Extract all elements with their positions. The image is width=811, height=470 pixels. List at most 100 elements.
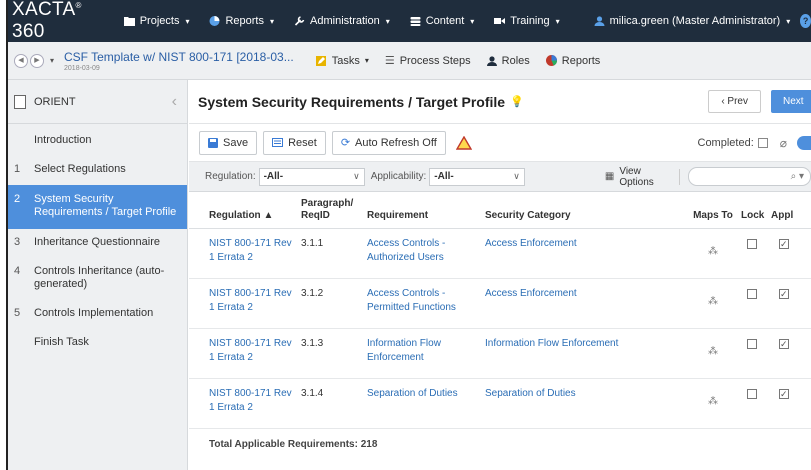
app-window: XACTA® 360 Projects ▾ Reports ▾ Administra… bbox=[6, 0, 811, 470]
security-category-cell[interactable]: Access Enforcement bbox=[481, 278, 689, 329]
help-icon[interactable]: ? bbox=[800, 14, 811, 28]
project-date: 2018-03-09 bbox=[64, 64, 100, 72]
sidebar-header-label: ORIENT bbox=[34, 95, 76, 108]
security-category-cell[interactable]: Access Enforcement bbox=[481, 228, 689, 279]
grid-icon: ▦ bbox=[604, 171, 615, 182]
regulation-filter-select[interactable]: -All- ∨ bbox=[258, 167, 365, 186]
roles-label: Roles bbox=[501, 54, 530, 67]
panel-toggle[interactable] bbox=[797, 135, 811, 150]
requirement-cell[interactable]: Access Controls - Authorized Users bbox=[363, 228, 481, 279]
view-options-button[interactable]: ▦ View Options bbox=[605, 166, 669, 188]
requirement-cell[interactable]: Separation of Duties bbox=[363, 378, 481, 429]
security-category-cell[interactable]: Separation of Duties bbox=[481, 378, 689, 429]
applicability-filter-select[interactable]: -All- ∨ bbox=[429, 167, 525, 186]
process-steps-label: Process Steps bbox=[399, 54, 471, 67]
reports-label: Reports bbox=[561, 54, 601, 67]
database-icon bbox=[410, 17, 421, 26]
table-row[interactable]: NIST 800-171 Rev 1 Errata 2 3.1.2 Access… bbox=[189, 278, 811, 329]
search-input[interactable]: ⌕ ▾ bbox=[687, 167, 811, 186]
view-options-label: View Options bbox=[619, 165, 654, 188]
document-icon bbox=[14, 94, 26, 109]
nav-reports[interactable]: Reports ▾ bbox=[199, 15, 284, 27]
top-nav: XACTA® 360 Projects ▾ Reports ▾ Administra… bbox=[8, 0, 811, 42]
process-steps-link[interactable]: ☰ Process Steps bbox=[385, 54, 471, 68]
hierarchy-icon[interactable]: ⁂ bbox=[708, 245, 718, 259]
sidebar-item-introduction[interactable]: Introduction bbox=[8, 124, 187, 156]
chevron-down-icon: ▾ bbox=[270, 16, 275, 26]
nav-training[interactable]: Training ▾ bbox=[484, 15, 569, 27]
chevron-down-icon: ▾ bbox=[470, 16, 475, 26]
lock-cell bbox=[737, 328, 767, 379]
forward-arrow-icon[interactable]: ▶ bbox=[30, 53, 44, 68]
col-security-category-header[interactable]: Security Category bbox=[481, 192, 689, 229]
regulation-cell[interactable]: NIST 800-171 Rev 1 Errata 2 bbox=[189, 328, 297, 379]
col-paragraph-header[interactable]: Paragraph/ ReqID bbox=[297, 192, 363, 229]
security-category-cell[interactable]: Information Flow Enforcement bbox=[481, 328, 689, 379]
paperclip-icon[interactable]: ⌀ bbox=[780, 136, 787, 150]
applicable-checkbox[interactable] bbox=[779, 387, 789, 401]
prev-button[interactable]: ‹ Prev bbox=[708, 90, 761, 113]
sidebar-item-label: Controls Inheritance (auto-generated) bbox=[34, 265, 165, 290]
col-appl-header[interactable]: Appl bbox=[767, 192, 811, 229]
reset-label: Reset bbox=[288, 136, 317, 149]
sidebar-item-controls-implementation[interactable]: 5 Controls Implementation bbox=[8, 300, 187, 329]
requirement-cell[interactable]: Access Controls - Permitted Functions bbox=[363, 278, 481, 329]
sidebar-item-system-security-requirements[interactable]: 2 System Security Requirements / Target … bbox=[8, 185, 187, 229]
task-sidebar: ORIENT ‹ Introduction 1 Select Regulatio… bbox=[8, 80, 188, 470]
regulation-cell[interactable]: NIST 800-171 Rev 1 Errata 2 bbox=[189, 228, 297, 279]
back-arrow-icon[interactable]: ◀ bbox=[14, 53, 28, 68]
lock-checkbox[interactable] bbox=[747, 239, 757, 249]
save-label: Save bbox=[223, 136, 249, 149]
roles-link[interactable]: Roles bbox=[486, 54, 530, 67]
nav-administration[interactable]: Administration ▾ bbox=[284, 15, 400, 27]
col-lock-header[interactable]: Lock bbox=[737, 192, 767, 229]
regulation-cell[interactable]: NIST 800-171 Rev 1 Errata 2 bbox=[189, 278, 297, 329]
project-title[interactable]: CSF Template w/ NIST 800-171 [2018-03... bbox=[64, 50, 294, 64]
warning-icon[interactable] bbox=[455, 135, 472, 150]
applicable-checkbox[interactable] bbox=[779, 287, 789, 301]
lightbulb-icon[interactable]: 💡 bbox=[510, 95, 524, 108]
hierarchy-icon[interactable]: ⁂ bbox=[708, 295, 718, 309]
col-requirement-header[interactable]: Requirement bbox=[363, 192, 481, 229]
sidebar-item-label: Select Regulations bbox=[34, 163, 126, 175]
nav-projects[interactable]: Projects ▾ bbox=[114, 15, 200, 27]
auto-refresh-button[interactable]: ⟳ Auto Refresh Off bbox=[331, 130, 446, 155]
appl-cell bbox=[767, 328, 811, 379]
sidebar-item-number: 5 bbox=[14, 307, 21, 319]
sidebar-item-controls-inheritance[interactable]: 4 Controls Inheritance (auto-generated) bbox=[8, 258, 187, 300]
table-row[interactable]: NIST 800-171 Rev 1 Errata 2 3.1.3 Inform… bbox=[189, 328, 811, 379]
chevron-down-icon[interactable]: ▾ bbox=[50, 56, 54, 65]
sidebar-item-inheritance-questionnaire[interactable]: 3 Inheritance Questionnaire bbox=[8, 229, 187, 258]
reset-button[interactable]: Reset bbox=[263, 130, 326, 155]
user-menu[interactable]: milica.green (Master Administrator) ▾ bbox=[584, 15, 801, 27]
lock-checkbox[interactable] bbox=[747, 389, 757, 399]
sidebar-item-select-regulations[interactable]: 1 Select Regulations bbox=[8, 156, 187, 185]
table-row[interactable]: NIST 800-171 Rev 1 Errata 2 3.1.1 Access… bbox=[189, 228, 811, 279]
reports-link[interactable]: Reports bbox=[545, 54, 601, 67]
lock-checkbox[interactable] bbox=[747, 289, 757, 299]
applicable-checkbox[interactable] bbox=[779, 337, 789, 351]
sidebar-item-finish-task[interactable]: Finish Task bbox=[8, 329, 187, 358]
nav-content[interactable]: Content ▾ bbox=[400, 15, 485, 27]
col-regulation-header[interactable]: Regulation ▲ bbox=[189, 192, 297, 229]
pie-chart-icon bbox=[545, 55, 557, 66]
next-button[interactable]: Next bbox=[771, 90, 811, 113]
chevron-down-icon: ▾ bbox=[364, 56, 369, 65]
hierarchy-icon[interactable]: ⁂ bbox=[708, 395, 718, 409]
applicable-checkbox[interactable] bbox=[779, 237, 789, 251]
chevron-down-icon: ▾ bbox=[555, 16, 560, 26]
regulation-cell[interactable]: NIST 800-171 Rev 1 Errata 2 bbox=[189, 378, 297, 429]
maps-to-cell: ⁂ bbox=[689, 278, 737, 329]
lock-checkbox[interactable] bbox=[747, 339, 757, 349]
chevron-left-icon[interactable]: ‹ bbox=[172, 93, 177, 111]
app-logo[interactable]: XACTA® 360 bbox=[8, 0, 114, 43]
project-title-block[interactable]: CSF Template w/ NIST 800-171 [2018-03...… bbox=[64, 50, 294, 72]
requirement-cell[interactable]: Information Flow Enforcement bbox=[363, 328, 481, 379]
paragraph-cell: 3.1.3 bbox=[297, 328, 363, 379]
col-maps-to-header[interactable]: Maps To bbox=[689, 192, 737, 229]
save-button[interactable]: Save bbox=[199, 130, 258, 155]
completed-checkbox[interactable] bbox=[757, 137, 768, 148]
tasks-menu[interactable]: Tasks ▾ bbox=[315, 55, 369, 67]
table-row[interactable]: NIST 800-171 Rev 1 Errata 2 3.1.4 Separa… bbox=[189, 378, 811, 429]
hierarchy-icon[interactable]: ⁂ bbox=[708, 345, 718, 359]
